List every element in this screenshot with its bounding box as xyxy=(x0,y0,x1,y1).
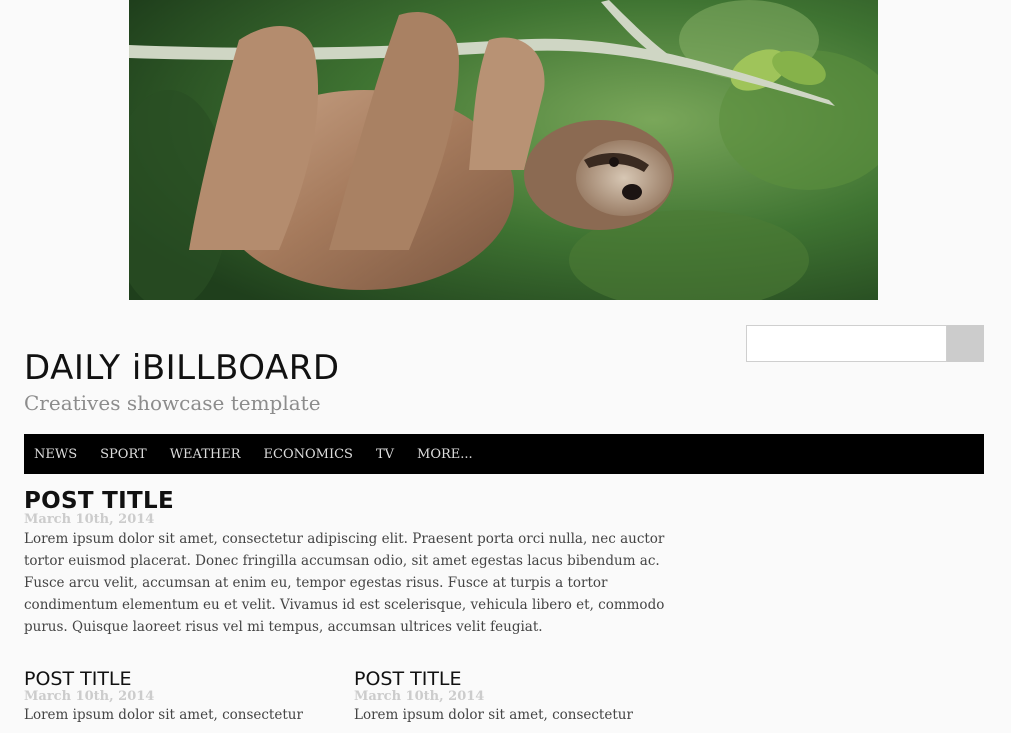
nav-item-economics[interactable]: ECONOMICS xyxy=(264,447,353,462)
post-title[interactable]: POST TITLE xyxy=(24,668,324,690)
site-tagline: Creatives showcase template xyxy=(24,391,321,415)
banner-image xyxy=(129,0,878,300)
post-title[interactable]: POST TITLE xyxy=(354,668,654,690)
search-input[interactable] xyxy=(746,325,947,362)
post-body: Lorem ipsum dolor sit amet, consectetur xyxy=(24,707,303,723)
secondary-post: POST TITLE March 10th, 2014 Lorem ipsum … xyxy=(24,668,324,733)
sloth-photo xyxy=(129,0,878,300)
post-title[interactable]: POST TITLE xyxy=(24,488,689,514)
nav-item-news[interactable]: NEWS xyxy=(34,447,77,462)
post-date: March 10th, 2014 xyxy=(354,689,485,704)
post-body: Lorem ipsum dolor sit amet, consectetur xyxy=(354,707,633,723)
search-button[interactable] xyxy=(947,325,984,362)
nav-item-tv[interactable]: TV xyxy=(376,447,394,462)
featured-post: POST TITLE March 10th, 2014 Lorem ipsum … xyxy=(24,488,689,638)
site-title: DAILY iBILLBOARD xyxy=(24,348,340,388)
nav-item-more[interactable]: MORE... xyxy=(417,447,473,462)
post-date: March 10th, 2014 xyxy=(24,512,155,527)
post-body: Lorem ipsum dolor sit amet, consectetur … xyxy=(24,531,665,635)
post-date: March 10th, 2014 xyxy=(24,689,155,704)
main-nav: NEWS SPORT WEATHER ECONOMICS TV MORE... xyxy=(24,434,984,474)
secondary-post: POST TITLE March 10th, 2014 Lorem ipsum … xyxy=(354,668,654,733)
nav-item-sport[interactable]: SPORT xyxy=(100,447,147,462)
nav-item-weather[interactable]: WEATHER xyxy=(170,447,241,462)
